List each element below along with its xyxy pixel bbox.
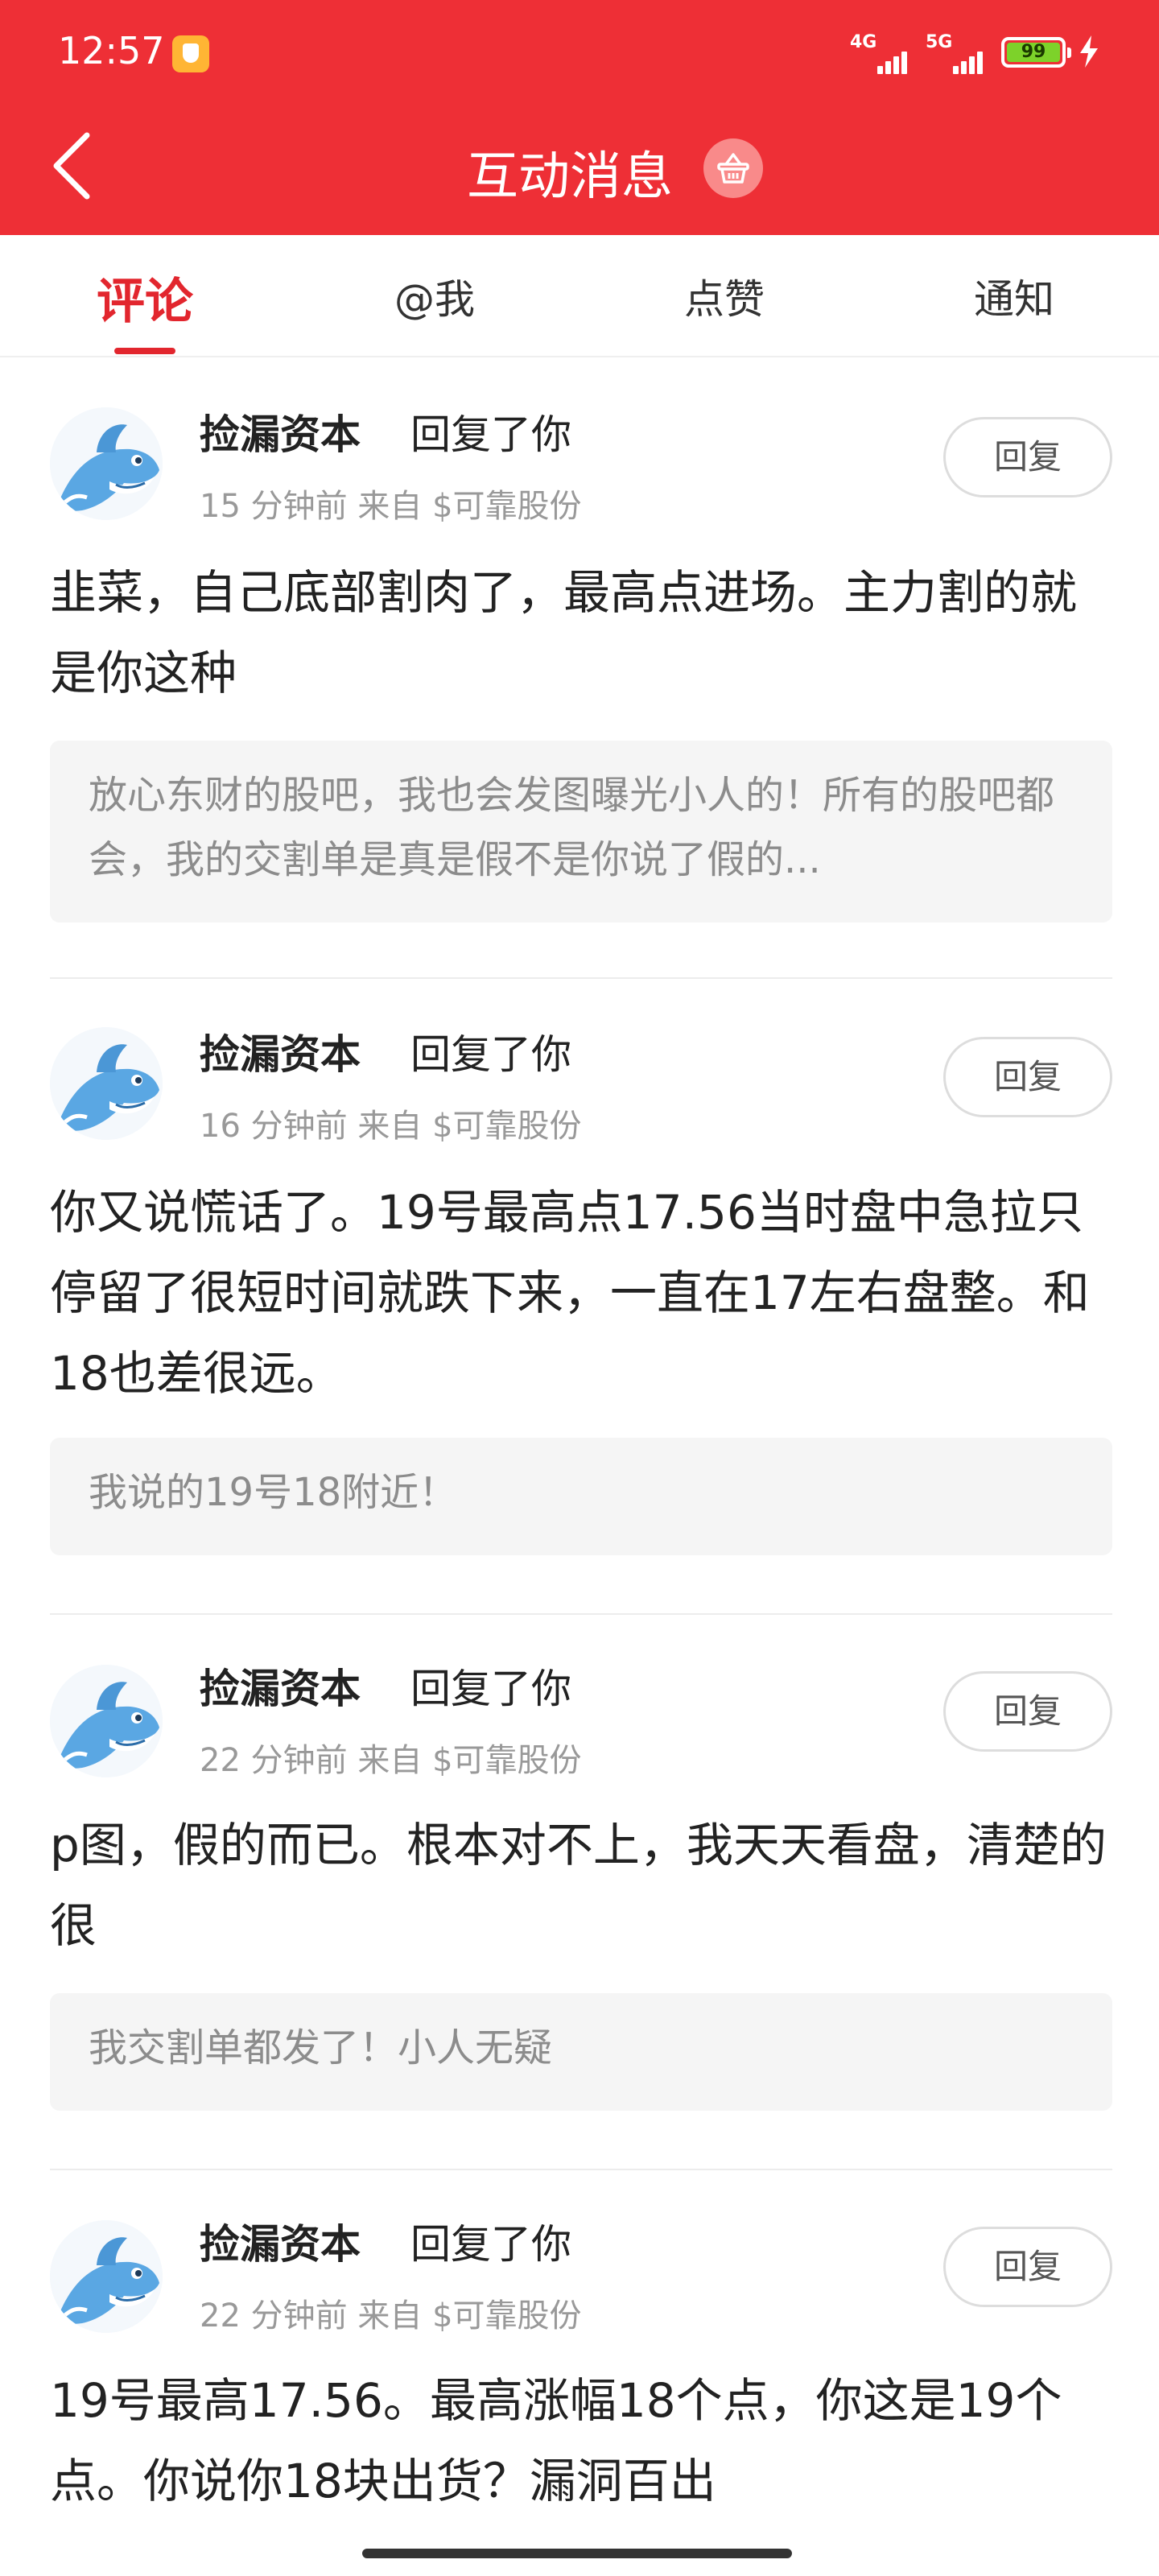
tab-likes[interactable]: 点赞: [644, 267, 805, 324]
reply-button[interactable]: 回复: [943, 417, 1112, 497]
message-meta: 22 分钟前 来自 $可靠股份: [200, 2289, 582, 2336]
username[interactable]: 捡漏资本: [200, 1022, 361, 1080]
message-list: 捡漏资本 回复了你 15 分钟前 来自 $可靠股份 回复 韭菜，自己底部割肉了，…: [0, 359, 1159, 2549]
avatar[interactable]: [50, 1027, 163, 1140]
reply-button[interactable]: 回复: [943, 2227, 1112, 2307]
list-item: 捡漏资本 回复了你 16 分钟前 来自 $可靠股份 回复 你又说慌话了。19号最…: [0, 979, 1159, 1615]
dolphin-avatar-icon: [50, 1027, 163, 1140]
from-label: 来自: [357, 488, 423, 525]
reply-action-text: 回复了你: [410, 411, 571, 458]
battery-icon: 99: [1001, 37, 1071, 68]
back-button[interactable]: [45, 127, 101, 204]
reply-button[interactable]: 回复: [943, 1037, 1112, 1117]
title-group: 互动消息: [467, 132, 789, 207]
home-indicator[interactable]: [362, 2549, 792, 2558]
list-item: 捡漏资本 回复了你 22 分钟前 来自 $可靠股份 回复 19号最高17.56。…: [0, 2170, 1159, 2549]
charging-bolt-icon: [1080, 35, 1098, 68]
signal-5g-label: 5G: [926, 32, 953, 52]
page-title: 互动消息: [467, 147, 673, 207]
username[interactable]: 捡漏资本: [200, 402, 361, 460]
basket-button[interactable]: [703, 138, 763, 198]
comment-text[interactable]: 韭菜，自己底部割肉了，最高点进场。主力割的就是你这种: [50, 552, 1112, 713]
quoted-post[interactable]: 放心东财的股吧，我也会发图曝光小人的！所有的股吧都会，我的交割单是真是假不是你说…: [50, 741, 1112, 923]
reply-action-text: 回复了你: [410, 1666, 571, 1712]
signal-4g-label: 4G: [850, 32, 877, 52]
tab-comments[interactable]: 评论: [64, 262, 225, 330]
top-bar: 12:57 4G 5G 99 互动消息: [0, 0, 1159, 235]
list-item: 捡漏资本 回复了你 15 分钟前 来自 $可靠股份 回复 韭菜，自己底部割肉了，…: [0, 359, 1159, 979]
comment-text[interactable]: p图，假的而已。根本对不上，我天天看盘，清楚的很: [50, 1805, 1112, 1966]
stock-source-link[interactable]: $可靠股份: [432, 488, 581, 525]
avatar[interactable]: [50, 1665, 163, 1777]
basket-icon: [717, 153, 749, 184]
stock-source-link[interactable]: $可靠股份: [432, 1742, 581, 1779]
reply-action-text: 回复了你: [410, 1031, 571, 1078]
comment-text[interactable]: 19号最高17.56。最高涨幅18个点，你这是19个点。你说你18块出货？漏洞百…: [50, 2360, 1112, 2521]
avatar[interactable]: [50, 407, 163, 520]
message-meta: 22 分钟前 来自 $可靠股份: [200, 1734, 582, 1781]
tab-notifications[interactable]: 通知: [934, 267, 1095, 324]
status-time: 12:57: [58, 29, 165, 72]
dolphin-avatar-icon: [50, 2220, 163, 2333]
username[interactable]: 捡漏资本: [200, 1657, 361, 1715]
timestamp: 16 分钟前: [200, 1108, 348, 1145]
from-label: 来自: [357, 1742, 423, 1779]
from-label: 来自: [357, 1108, 423, 1145]
username[interactable]: 捡漏资本: [200, 2212, 361, 2270]
battery-level: 99: [1007, 43, 1060, 62]
comment-text[interactable]: 你又说慌话了。19号最高点17.56当时盘中急拉只停留了很短时间就跌下来，一直在…: [50, 1172, 1112, 1414]
tab-active-indicator: [114, 348, 175, 354]
reply-button[interactable]: 回复: [943, 1671, 1112, 1752]
stock-source-link[interactable]: $可靠股份: [432, 2297, 581, 2334]
quoted-post[interactable]: 我交割单都发了！小人无疑: [50, 1993, 1112, 2111]
tab-bar: 评论 @我 点赞 通知: [0, 235, 1159, 357]
quoted-post[interactable]: 我说的19号18附近！: [50, 1438, 1112, 1555]
chevron-left-icon: [53, 132, 90, 200]
timestamp: 15 分钟前: [200, 488, 348, 525]
timestamp: 22 分钟前: [200, 2297, 348, 2334]
timestamp: 22 分钟前: [200, 1742, 348, 1779]
tab-mentions[interactable]: @我: [354, 267, 515, 324]
dolphin-avatar-icon: [50, 407, 163, 520]
message-meta: 16 分钟前 来自 $可靠股份: [200, 1100, 582, 1146]
from-label: 来自: [357, 2297, 423, 2334]
dolphin-avatar-icon: [50, 1665, 163, 1777]
shield-notification-icon: [172, 35, 209, 72]
list-item: 捡漏资本 回复了你 22 分钟前 来自 $可靠股份 回复 p图，假的而已。根本对…: [0, 1615, 1159, 2170]
message-meta: 15 分钟前 来自 $可靠股份: [200, 480, 582, 526]
status-bar: 12:57 4G 5G 99: [0, 0, 1159, 97]
reply-action-text: 回复了你: [410, 2221, 571, 2268]
stock-source-link[interactable]: $可靠股份: [432, 1108, 581, 1145]
avatar[interactable]: [50, 2220, 163, 2333]
app-header: 互动消息: [0, 97, 1159, 235]
